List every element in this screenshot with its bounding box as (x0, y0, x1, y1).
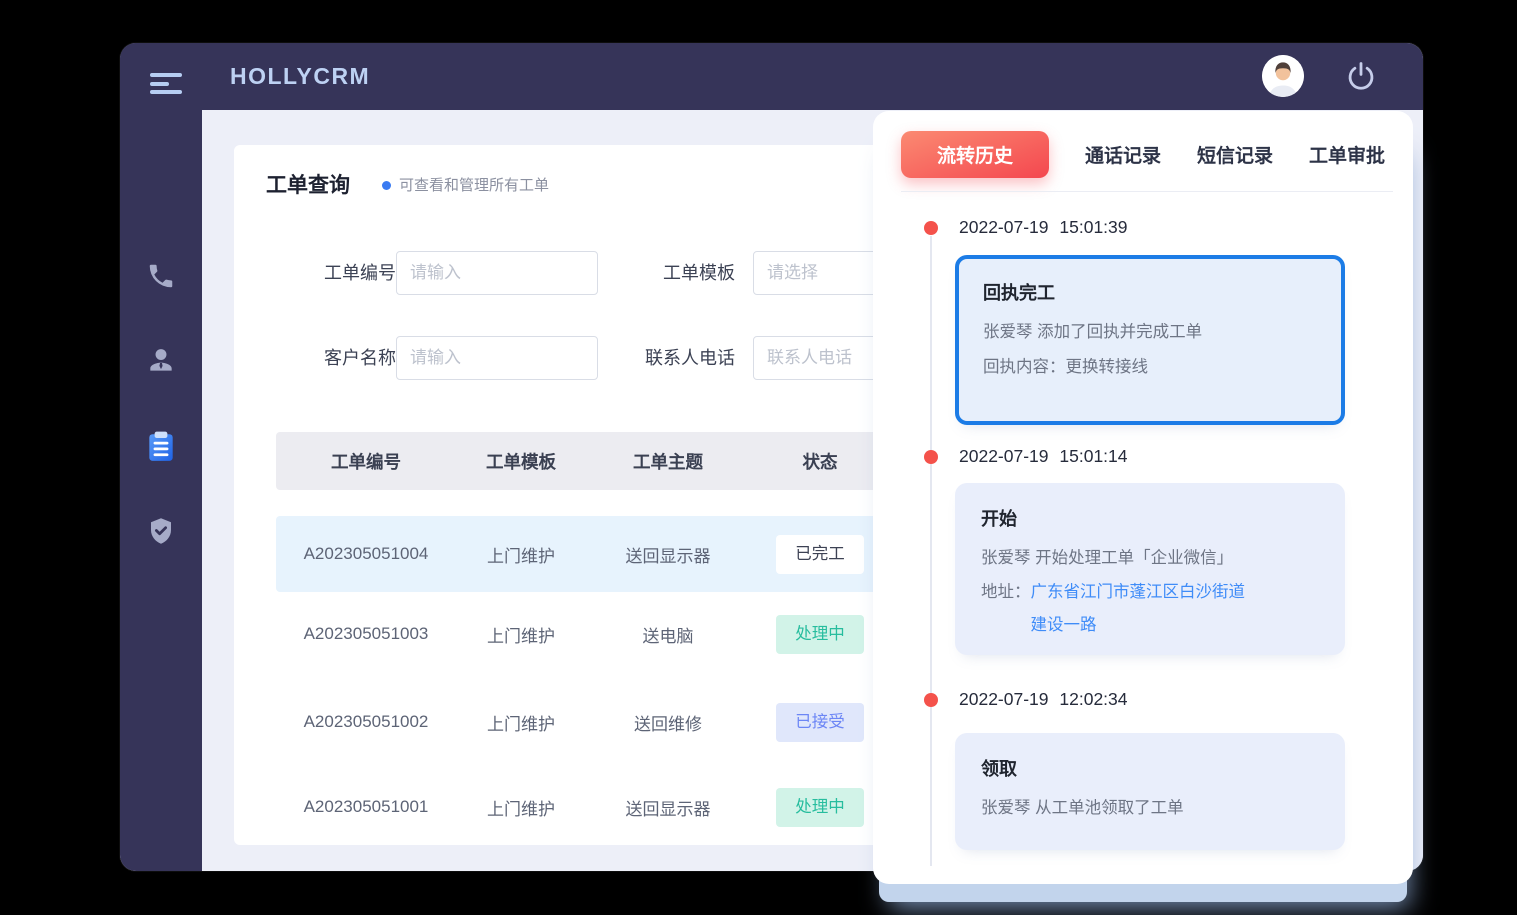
card-title: 领取 (981, 755, 1319, 781)
tab-approval[interactable]: 工单审批 (1309, 141, 1385, 168)
cell-template: 上门维护 (456, 710, 586, 735)
card-line: 张爱琴 开始处理工单「企业微信」 (981, 541, 1319, 576)
col-subject: 工单主题 (586, 449, 750, 474)
cell-order-no: A202305051004 (276, 544, 456, 564)
timeline-card-start[interactable]: 开始 张爱琴 开始处理工单「企业微信」 地址： 广东省江门市蓬江区白沙街道建设一… (955, 483, 1345, 655)
workorder-detail-panel: 流转历史 通话记录 短信记录 工单审批 2022-07-19 15:01:39 … (873, 111, 1413, 884)
cell-subject: 送回显示器 (586, 542, 750, 567)
timeline-line (930, 236, 932, 866)
status-badge: 已完工 (776, 535, 864, 574)
sidebar-item-contacts[interactable] (144, 345, 178, 379)
power-icon[interactable] (1345, 60, 1377, 92)
timeline-card-claim[interactable]: 领取 张爱琴 从工单池领取了工单 (955, 733, 1345, 850)
cell-template: 上门维护 (456, 795, 586, 820)
col-order-no: 工单编号 (276, 449, 456, 474)
security-icon (146, 516, 176, 551)
app-logo: HOLLYCRM (230, 43, 370, 110)
avatar[interactable] (1262, 55, 1304, 97)
timeline-dot (924, 221, 938, 235)
card-title: 开始 (981, 505, 1319, 531)
sidebar-item-calls[interactable] (144, 261, 178, 295)
cell-subject: 送电脑 (586, 622, 750, 647)
filter-label-phone: 联系人电话 (605, 344, 735, 370)
phone-icon (146, 261, 176, 296)
timeline-card-reply-complete[interactable]: 回执完工 张爱琴 添加了回执并完成工单 回执内容：更换转接线 (955, 255, 1345, 425)
address-label: 地址： (981, 576, 1031, 642)
page-title: 工单查询 (266, 169, 350, 199)
timeline-timestamp: 2022-07-19 12:02:34 (959, 689, 1128, 710)
status-badge: 处理中 (776, 788, 864, 827)
col-template: 工单模板 (456, 449, 586, 474)
card-line: 回执内容：更换转接线 (983, 350, 1317, 385)
filter-label-order-no: 工单编号 (266, 259, 396, 285)
tabs-divider (901, 191, 1393, 192)
tab-sms-records[interactable]: 短信记录 (1197, 141, 1273, 168)
table-row[interactable]: A202305051002 上门维护 送回维修 已接受 (276, 684, 926, 760)
col-status: 状态 (750, 449, 890, 474)
tab-circulation-history[interactable]: 流转历史 (901, 131, 1049, 178)
cell-subject: 送回维修 (586, 710, 750, 735)
card-line: 张爱琴 从工单池领取了工单 (981, 791, 1319, 826)
customer-name-input[interactable] (396, 336, 598, 380)
cell-template: 上门维护 (456, 542, 586, 567)
cell-template: 上门维护 (456, 622, 586, 647)
filter-label-template: 工单模板 (605, 259, 735, 285)
sidebar-item-workorders[interactable] (144, 432, 178, 466)
sidebar-item-security[interactable] (144, 516, 178, 550)
table-row[interactable]: A202305051004 上门维护 送回显示器 已完工 (276, 516, 926, 592)
screenshot-stage: HOLLYCRM (0, 0, 1517, 915)
filter-label-customer: 客户名称 (266, 344, 396, 370)
cell-order-no: A202305051001 (276, 797, 456, 817)
tab-call-records[interactable]: 通话记录 (1085, 141, 1161, 168)
subtitle-dot-icon (382, 181, 391, 190)
cell-subject: 送回显示器 (586, 795, 750, 820)
timeline-timestamp: 2022-07-19 15:01:39 (959, 217, 1128, 238)
cell-order-no: A202305051002 (276, 712, 456, 732)
table-header: 工单编号 工单模板 工单主题 状态 (276, 432, 926, 490)
detail-tabs: 流转历史 通话记录 短信记录 工单审批 (901, 130, 1397, 178)
timeline-dot (924, 450, 938, 464)
status-badge: 已接受 (776, 703, 864, 742)
timeline-dot (924, 693, 938, 707)
page-subtitle: 可查看和管理所有工单 (399, 174, 549, 195)
card-line: 张爱琴 添加了回执并完成工单 (983, 315, 1317, 350)
timeline-timestamp: 2022-07-19 15:01:14 (959, 446, 1128, 467)
table-row[interactable]: A202305051003 上门维护 送电脑 处理中 (276, 596, 926, 672)
order-no-input[interactable] (396, 251, 598, 295)
contacts-icon (145, 344, 177, 381)
menu-icon[interactable] (150, 73, 182, 95)
sidebar (120, 43, 202, 871)
table-row[interactable]: A202305051001 上门维护 送回显示器 处理中 (276, 769, 926, 845)
cell-order-no: A202305051003 (276, 624, 456, 644)
top-navbar: HOLLYCRM (120, 43, 1423, 110)
status-badge: 处理中 (776, 615, 864, 654)
card-title: 回执完工 (983, 279, 1317, 305)
address-link[interactable]: 广东省江门市蓬江区白沙街道建设一路 (1031, 576, 1251, 642)
workorder-icon (144, 430, 178, 469)
